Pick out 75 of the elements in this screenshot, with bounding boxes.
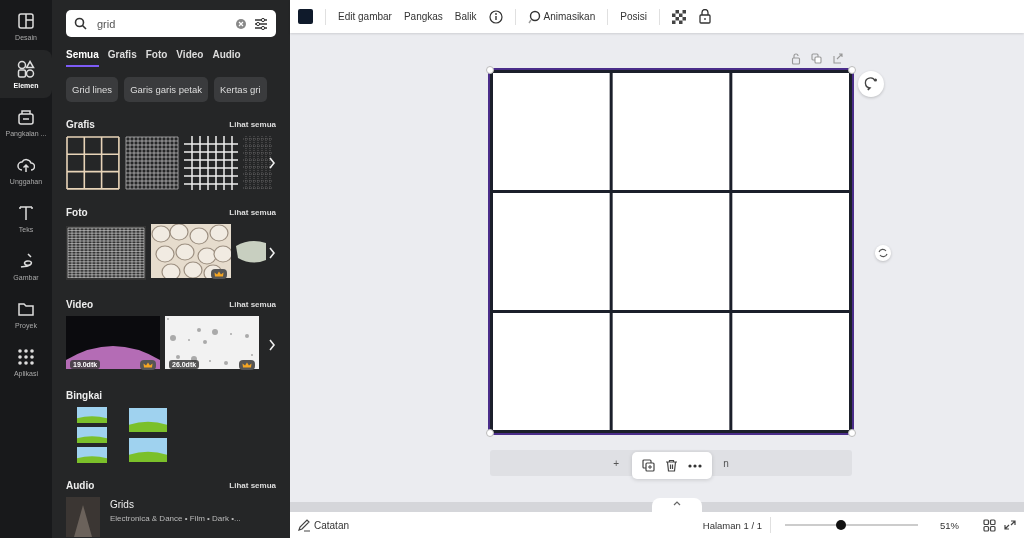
search-bar[interactable]: grid (66, 10, 276, 37)
toolbar-button[interactable]: Balik (454, 11, 477, 22)
see-all-link[interactable]: Lihat semua (229, 208, 276, 217)
crown-icon (239, 360, 255, 370)
info-icon[interactable] (488, 9, 503, 24)
apps-icon (17, 347, 35, 366)
section-title: Bingkai (66, 390, 103, 401)
video-thumbnail[interactable] (66, 316, 160, 369)
stones-photo[interactable] (151, 224, 231, 278)
design-page[interactable] (490, 70, 852, 433)
see-all-link[interactable]: Lihat semua (229, 300, 276, 309)
filter-tab[interactable]: Foto (145, 49, 168, 67)
album-cover (66, 497, 100, 537)
section-title: Grafis (66, 119, 95, 130)
comment-icon (864, 77, 878, 91)
grid-view-icon[interactable] (983, 518, 996, 532)
suggestion-chip[interactable]: Kertas gri (213, 77, 267, 102)
zoom-reading[interactable]: 51% (940, 519, 959, 531)
chevron-right-icon[interactable] (268, 247, 276, 259)
pencil-icon (298, 518, 311, 532)
stacked-frames-drawing[interactable] (77, 407, 107, 463)
lock-icon[interactable] (697, 9, 712, 24)
filter-icon[interactable] (254, 16, 268, 31)
add-page-label: + (613, 457, 620, 469)
chevron-right-icon[interactable] (268, 338, 276, 351)
resize-handle[interactable] (486, 429, 494, 437)
video-thumbnail[interactable] (165, 316, 259, 369)
zoom-slider-thumb[interactable] (835, 520, 846, 530)
rotate-button[interactable] (875, 245, 891, 261)
animate-button[interactable]: Animasikan (527, 9, 596, 24)
notes-button[interactable]: Catatan (298, 518, 350, 532)
filter-tab[interactable]: Video (176, 49, 204, 67)
double-frames-drawing[interactable] (129, 408, 167, 462)
position-button[interactable]: Posisi (620, 11, 647, 22)
duplicate-icon[interactable] (642, 459, 655, 472)
track-meta: Electronica & Dance • Film • Dark •... (110, 514, 241, 523)
transparency-icon[interactable] (671, 9, 686, 24)
resize-handle[interactable] (848, 429, 856, 437)
track-title: Grids (110, 499, 135, 510)
caret-up-icon (673, 501, 681, 506)
resize-handle[interactable] (486, 66, 494, 74)
clear-icon[interactable] (236, 18, 246, 29)
audio-track[interactable]: Grids Electronica & Dance • Film • Dark •... (66, 497, 241, 537)
animation-icon (527, 9, 541, 24)
trash-icon[interactable] (665, 459, 678, 472)
see-all-link[interactable]: Lihat semua (229, 120, 276, 129)
box-icon (17, 107, 35, 126)
rotate-icon (877, 247, 889, 259)
search-icon (74, 17, 87, 30)
chevron-right-icon[interactable] (268, 157, 276, 169)
comment-button[interactable] (858, 71, 884, 97)
filter-tab[interactable]: Audio (212, 49, 241, 67)
page-counter[interactable]: Halaman 1 / 1 (702, 519, 762, 531)
color-swatch[interactable] (298, 9, 313, 24)
shapes-icon (17, 59, 35, 78)
search-field[interactable]: grid (95, 16, 228, 31)
more-icon[interactable] (688, 463, 702, 468)
suggestion-chip[interactable]: Garis garis petak (124, 77, 208, 102)
resize-handle[interactable] (848, 66, 856, 74)
see-all-link[interactable]: Lihat semua (229, 481, 276, 490)
filter-tab[interactable]: Grafis (107, 49, 137, 67)
text-icon (17, 203, 35, 222)
section-title: Audio (66, 480, 95, 491)
layout-icon (17, 11, 35, 30)
toolbar-button[interactable]: Pangkas (403, 11, 443, 22)
section-title: Foto (66, 207, 88, 218)
suggestion-chip[interactable]: Grid lines (66, 77, 119, 102)
crown-icon (140, 360, 156, 370)
toolbar-button[interactable]: Edit gambar (338, 11, 392, 22)
fullscreen-icon[interactable] (1004, 519, 1016, 531)
crown-icon (211, 269, 227, 279)
filter-tab[interactable]: Semua (66, 49, 99, 67)
add-page-label: n (723, 457, 729, 469)
section-title: Video (66, 299, 94, 310)
mesh-photo[interactable] (66, 226, 146, 280)
